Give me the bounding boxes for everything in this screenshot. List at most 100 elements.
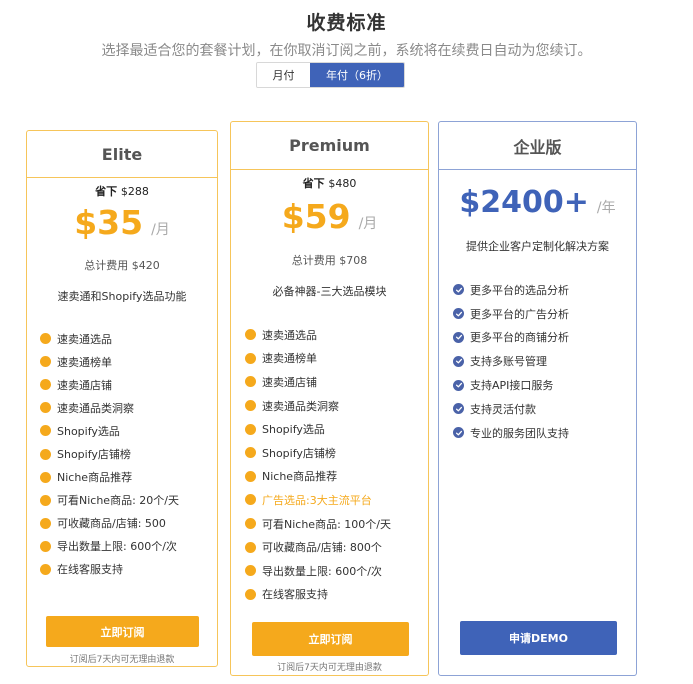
subscribe-button[interactable]: 立即订阅	[252, 622, 409, 656]
total-cost: 总计费用 $420	[84, 259, 160, 272]
feature-label: 速卖通品类洞察	[57, 401, 134, 415]
feature-item: 速卖通榜单	[40, 350, 179, 373]
price: $59/月	[231, 197, 428, 236]
feature-label: 导出数量上限: 600个/次	[262, 564, 382, 578]
feature-item: 更多平台的广告分析	[453, 302, 569, 326]
plan-card-enterprise: 企业版 $2400+ /年 提供企业客户定制化解决方案 更多平台的选品分析 更多平台…	[438, 121, 637, 676]
feature-label: Shopify店铺榜	[262, 446, 336, 460]
feature-label: 专业的服务团队支持	[470, 426, 569, 440]
feature-item: Niche商品推荐	[245, 465, 391, 489]
feature-item: 更多平台的选品分析	[453, 278, 569, 302]
plan-card-elite: Elite 省下 $288 $35/月 总计费用 $420 速卖通和Shopif…	[26, 130, 218, 667]
feature-label: 支持API接口服务	[470, 379, 554, 393]
bullet-dot-icon	[245, 400, 256, 412]
yearly-billing-option[interactable]: 年付（6折）	[310, 63, 404, 87]
total-cost: 总计费用 $708	[291, 254, 368, 267]
refund-note: 订阅后7天内可无理由退款	[277, 663, 382, 673]
bullet-dot-icon	[245, 376, 256, 388]
check-circle-icon	[453, 284, 464, 296]
feature-item: Shopify店铺榜	[245, 441, 391, 465]
feature-label: 速卖通榜单	[57, 355, 112, 369]
feature-list: 速卖通选品 速卖通榜单 速卖通店铺 速卖通品类洞察 Shopify选品 Shopify店铺…	[245, 323, 391, 606]
feature-label: 速卖通选品	[57, 332, 112, 346]
feature-item: 速卖通品类洞察	[245, 394, 391, 418]
feature-label: 更多平台的商铺分析	[470, 331, 569, 345]
price-amount: $2400+	[459, 185, 589, 220]
feature-label: 支持多账号管理	[470, 355, 547, 369]
price-unit: /年	[596, 200, 616, 216]
feature-item: 可看Niche商品: 20个/天	[40, 489, 179, 512]
feature-item: 可收藏商品/店铺: 800个	[245, 535, 391, 559]
feature-label: 可看Niche商品: 100个/天	[262, 517, 391, 531]
feature-label: 速卖通店铺	[57, 378, 112, 392]
feature-item: 专业的服务团队支持	[453, 421, 569, 445]
feature-item: 支持多账号管理	[453, 349, 569, 373]
page-title: 收费标准	[306, 12, 387, 34]
check-circle-icon	[453, 379, 464, 391]
refund-note: 订阅后7天内可无理由退款	[69, 655, 175, 665]
feature-item: 更多平台的商铺分析	[453, 326, 569, 350]
bullet-dot-icon	[40, 333, 51, 345]
request-demo-button[interactable]: 申请DEMO	[460, 621, 617, 655]
feature-label: 速卖通店铺	[262, 375, 317, 389]
plan-name: 企业版	[439, 122, 636, 170]
feature-item: Shopify店铺榜	[40, 442, 179, 465]
price: $35/月	[27, 203, 217, 242]
savings-amount: $480	[328, 177, 357, 190]
feature-list: 速卖通选品速卖通榜单速卖通店铺速卖通品类洞察 Shopify选品 Shopify店铺…	[40, 327, 179, 581]
plan-card-premium: Premium 省下 $480 $59/月 总计费用 $708 必备神器-三大选…	[230, 121, 429, 676]
feature-label: 速卖通榜单	[262, 352, 317, 366]
bullet-dot-icon	[40, 540, 51, 552]
feature-item: 速卖通选品	[40, 327, 179, 350]
savings-text: 省下 $480	[231, 175, 428, 191]
feature-label: 可收藏商品/店铺: 500	[57, 517, 166, 531]
bullet-dot-icon	[245, 423, 256, 435]
check-circle-icon	[453, 355, 464, 367]
feature-item: 支持API接口服务	[453, 373, 569, 397]
feature-label: Shopify选品	[57, 424, 120, 438]
feature-item: 可收藏商品/店铺: 500	[40, 512, 179, 535]
bullet-dot-icon	[40, 402, 51, 414]
savings-label: 省下	[95, 185, 118, 198]
bullet-dot-icon	[245, 470, 256, 482]
feature-item: 导出数量上限: 600个/次	[245, 559, 391, 583]
subscribe-button[interactable]: 立即订阅	[46, 616, 199, 647]
bullet-dot-icon	[40, 448, 51, 460]
price-amount: $35	[74, 203, 144, 242]
billing-toggle: 月付 年付（6折）	[256, 62, 405, 88]
bullet-dot-icon	[245, 588, 256, 600]
feature-list: 更多平台的选品分析更多平台的广告分析 更多平台的商铺分析 支持多账号管理 支持API接…	[453, 278, 569, 445]
feature-item: 导出数量上限: 600个/次	[40, 535, 179, 558]
bullet-dot-icon	[40, 517, 51, 529]
bullet-dot-icon	[40, 494, 51, 506]
feature-item: 可看Niche商品: 100个/天	[245, 512, 391, 536]
feature-item: 广告选品:3大主流平台	[245, 488, 391, 512]
bullet-dot-icon	[245, 329, 256, 341]
check-circle-icon	[453, 427, 464, 439]
feature-label: Shopify店铺榜	[57, 448, 131, 462]
feature-item: 支持灵活付款	[453, 397, 569, 421]
bullet-dot-icon	[245, 565, 256, 577]
feature-item: 在线客服支持	[245, 583, 391, 607]
check-circle-icon	[453, 331, 464, 343]
monthly-billing-option[interactable]: 月付	[257, 63, 310, 87]
feature-item: 速卖通榜单	[245, 347, 391, 371]
plan-description: 提供企业客户定制化解决方案	[466, 240, 609, 253]
feature-label: 速卖通品类洞察	[262, 399, 339, 413]
feature-item: Shopify选品	[40, 419, 179, 442]
bullet-dot-icon	[40, 471, 51, 483]
feature-item: 速卖通店铺	[40, 373, 179, 396]
bullet-dot-icon	[245, 518, 256, 530]
bullet-dot-icon	[245, 352, 256, 364]
bullet-dot-icon	[245, 494, 256, 506]
feature-item: 速卖通品类洞察	[40, 396, 179, 419]
price-unit: /月	[151, 222, 170, 238]
feature-label: 更多平台的广告分析	[470, 307, 569, 321]
bullet-dot-icon	[40, 563, 51, 575]
plan-name: Elite	[27, 131, 217, 178]
feature-item: Shopify选品	[245, 417, 391, 441]
plan-name: Premium	[231, 122, 428, 170]
feature-label: Shopify选品	[262, 423, 325, 437]
feature-label: 可收藏商品/店铺: 800个	[262, 541, 382, 555]
check-circle-icon	[453, 403, 464, 415]
